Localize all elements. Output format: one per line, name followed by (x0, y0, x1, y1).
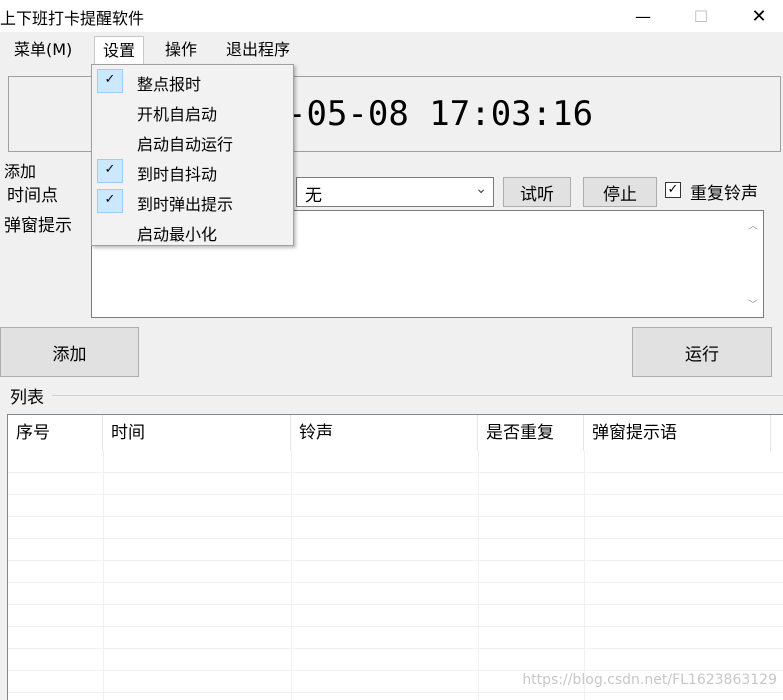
table-row (8, 517, 783, 539)
table-row (8, 627, 783, 649)
popup-prompt-label: 弹窗提示 (4, 216, 72, 236)
column-header-index[interactable]: 序号 (8, 415, 103, 451)
menu-item-label: 到时自抖动 (137, 165, 218, 184)
reminder-table[interactable]: 序号 时间 铃声 是否重复 弹窗提示语 (7, 414, 783, 700)
maximize-icon: ☐ (693, 6, 709, 26)
menu-settings[interactable]: 设置 (94, 36, 145, 65)
table-row (8, 539, 783, 561)
menu-item-label: 到时弹出提示 (137, 195, 234, 214)
menu-main[interactable]: 菜单(M) (6, 36, 80, 64)
repeat-ringtone-label: 重复铃声 (690, 184, 758, 204)
checkmark-icon: ✓ (667, 182, 679, 197)
checkmark-icon: ✓ (97, 69, 123, 93)
table-row (8, 495, 783, 517)
minimize-icon: — (635, 6, 651, 26)
maximize-button[interactable]: ☐ (678, 0, 724, 32)
repeat-ringtone-checkbox[interactable]: ✓ (665, 182, 681, 198)
table-row (8, 561, 783, 583)
column-header-popup-text[interactable]: 弹窗提示语 (584, 415, 771, 451)
ringtone-value: 无 (305, 186, 322, 206)
checkmark-icon: ✓ (97, 159, 123, 183)
column-header-time[interactable]: 时间 (103, 415, 291, 451)
column-header-repeat[interactable]: 是否重复 (478, 415, 584, 451)
menu-item-start-minimized[interactable]: 启动最小化 (92, 216, 293, 246)
time-point-label: 时间点 (7, 186, 58, 206)
table-header: 序号 时间 铃声 是否重复 弹窗提示语 (8, 415, 783, 451)
close-button[interactable]: ✕ (736, 0, 782, 32)
menu-item-label: 整点报时 (137, 75, 202, 94)
add-button[interactable]: 添加 (0, 327, 139, 377)
table-row (8, 649, 783, 671)
menu-item-shake-on-time[interactable]: ✓ 到时自抖动 (92, 156, 293, 186)
menu-item-auto-run-on-start[interactable]: 启动自动运行 (92, 126, 293, 156)
table-row (8, 583, 783, 605)
menu-item-popup-on-time[interactable]: ✓ 到时弹出提示 (92, 186, 293, 216)
scroll-down-icon[interactable]: ﹀ (748, 296, 758, 311)
menu-exit[interactable]: 退出程序 (218, 36, 298, 64)
menu-item-label: 启动最小化 (137, 225, 218, 244)
try-listen-button[interactable]: 试听 (503, 177, 571, 207)
window-title: 上下班打卡提醒软件 (0, 9, 145, 28)
table-row (8, 451, 783, 473)
list-divider (52, 395, 783, 396)
run-button[interactable]: 运行 (632, 327, 772, 377)
menu-bar: 菜单(M) 设置 操作 退出程序 (0, 32, 783, 67)
table-row (8, 473, 783, 495)
chevron-down-icon: ⌄ (475, 181, 487, 197)
list-group-title: 列表 (10, 388, 44, 408)
close-icon: ✕ (751, 5, 767, 27)
column-header-ringtone[interactable]: 铃声 (291, 415, 478, 451)
table-row (8, 605, 783, 627)
menu-operations[interactable]: 操作 (157, 36, 205, 64)
menu-item-label: 启动自动运行 (137, 135, 234, 154)
menu-item-label: 开机自启动 (137, 105, 218, 124)
ringtone-select[interactable]: 无 ⌄ (296, 177, 494, 207)
title-bar: 上下班打卡提醒软件 — ☐ ✕ (0, 0, 783, 32)
add-group-title: 添加 (4, 162, 37, 181)
settings-dropdown: ✓ 整点报时 开机自启动 启动自动运行 ✓ 到时自抖动 ✓ 到时弹出提示 启动最… (91, 64, 294, 246)
stop-button[interactable]: 停止 (583, 177, 657, 207)
menu-item-autostart-on-boot[interactable]: 开机自启动 (92, 96, 293, 126)
clock-display: -05-08 17:03:16 (286, 94, 594, 134)
scroll-up-icon[interactable]: ︿ (748, 217, 758, 232)
minimize-button[interactable]: — (620, 0, 666, 32)
checkmark-icon: ✓ (97, 189, 123, 213)
watermark: https://blog.csdn.net/FL1623863129 (522, 672, 777, 688)
textarea-scrollbar[interactable]: ︿ ﹀ (745, 211, 763, 317)
menu-item-hourly-chime[interactable]: ✓ 整点报时 (92, 66, 293, 96)
